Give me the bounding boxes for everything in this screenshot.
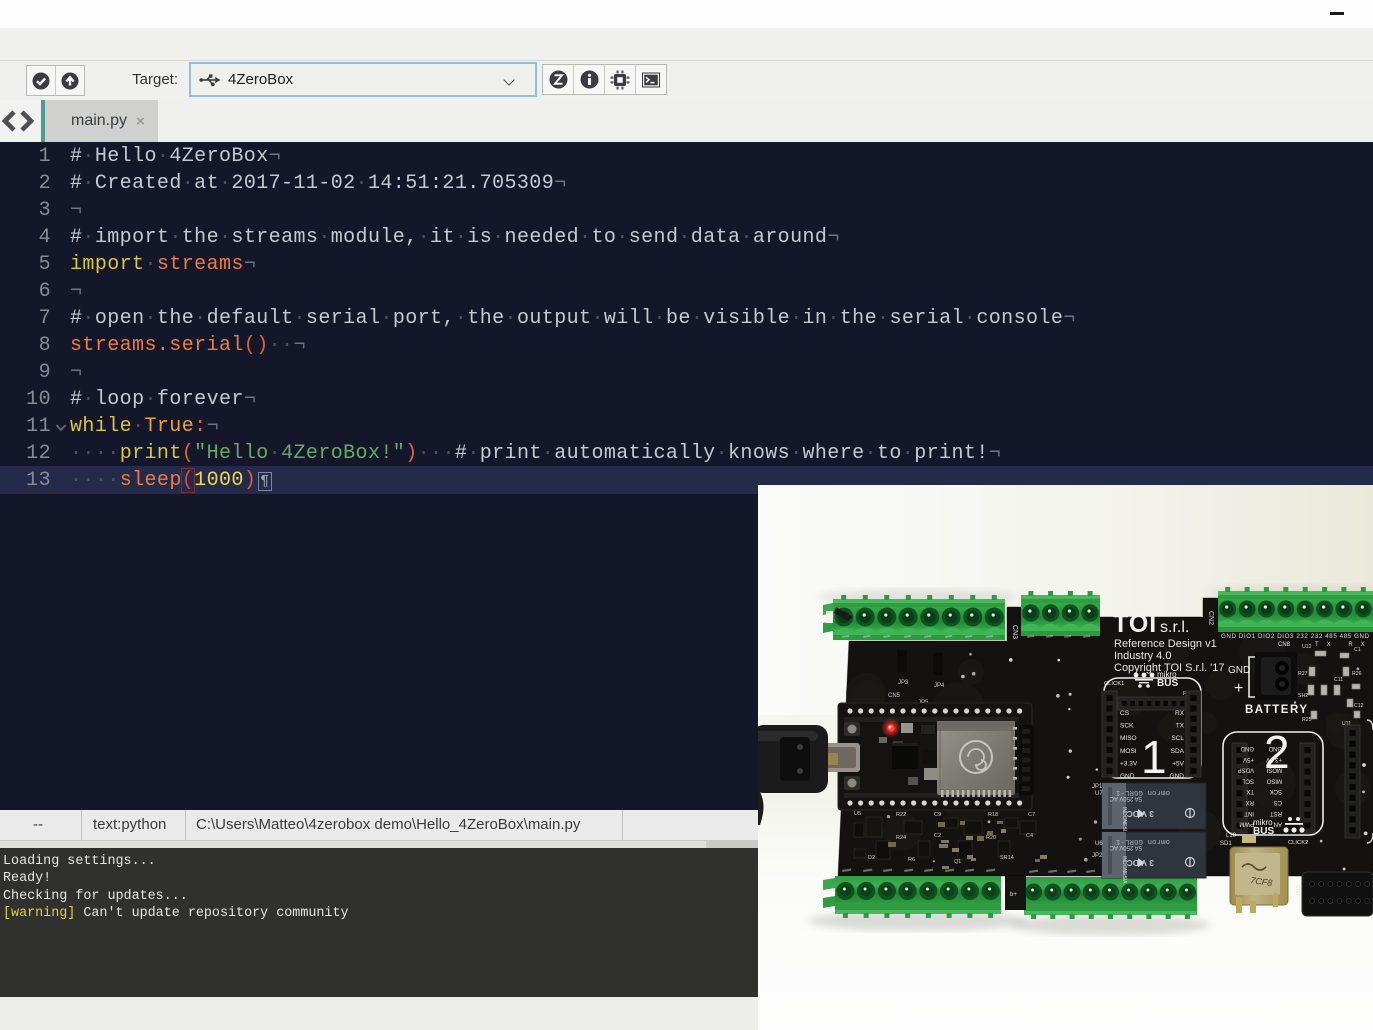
svg-text:JP2: JP2 xyxy=(1092,853,1103,859)
svg-text:TX RX: TX RX xyxy=(1315,642,1373,648)
svg-text:5A 250V AC: 5A 250V AC xyxy=(1109,795,1142,801)
svg-text:SR14: SR14 xyxy=(1000,855,1014,861)
svg-text:+3.3V: +3.3V xyxy=(1120,760,1138,767)
svg-text:CN8: CN8 xyxy=(1278,642,1291,648)
svg-text:C1: C1 xyxy=(1354,647,1361,653)
svg-text:Industry 4.0: Industry 4.0 xyxy=(1114,650,1171,662)
svg-text:CLICK1: CLICK1 xyxy=(1104,681,1124,687)
svg-text:R24: R24 xyxy=(896,835,906,841)
svg-text:SD1: SD1 xyxy=(1220,841,1232,847)
svg-text:+3.3V: +3.3V xyxy=(1266,756,1282,762)
svg-text:+5V: +5V xyxy=(1243,756,1254,762)
svg-text:CN3: CN3 xyxy=(1011,625,1018,639)
svg-text:omron G6RL-1: omron G6RL-1 xyxy=(1115,788,1170,796)
svg-text:Reference Design v1: Reference Design v1 xyxy=(1114,638,1217,650)
svg-text:INDONESIA: INDONESIA xyxy=(1121,807,1127,835)
svg-text:RST: RST xyxy=(1270,810,1282,816)
svg-text:U7: U7 xyxy=(1095,791,1103,797)
svg-text:RX: RX xyxy=(1246,799,1254,805)
svg-text:CS: CS xyxy=(1274,799,1282,805)
svg-text:C11: C11 xyxy=(1334,677,1343,683)
svg-text:omron G6RL-1: omron G6RL-1 xyxy=(1115,837,1170,845)
svg-text:JP3: JP3 xyxy=(898,680,909,686)
svg-text:JP1: JP1 xyxy=(1092,784,1103,790)
svg-text:1: 1 xyxy=(1141,731,1167,783)
svg-text:+5V: +5V xyxy=(1172,760,1184,767)
svg-text:GND: GND xyxy=(1228,665,1250,676)
svg-text:R20: R20 xyxy=(986,835,996,841)
svg-text:GND: GND xyxy=(1120,773,1135,780)
svg-text:Q1: Q1 xyxy=(954,859,961,865)
svg-text:R22: R22 xyxy=(896,812,906,818)
svg-text:TX: TX xyxy=(1176,723,1185,730)
svg-text:MISO: MISO xyxy=(1120,735,1137,742)
svg-text:BATTERY: BATTERY xyxy=(1245,704,1309,716)
svg-text:C9: C9 xyxy=(934,812,941,818)
svg-text:BUS: BUS xyxy=(1157,678,1178,689)
svg-text:R6: R6 xyxy=(908,857,915,863)
svg-text:+: + xyxy=(1234,680,1243,697)
svg-text:INDONESIA: INDONESIA xyxy=(1121,856,1127,884)
svg-text:SDA: SDA xyxy=(1171,748,1185,755)
svg-text:SCK: SCK xyxy=(1120,723,1134,730)
svg-text:C12: C12 xyxy=(1354,703,1364,709)
svg-text:U5: U5 xyxy=(854,811,861,817)
svg-text:R26: R26 xyxy=(1352,671,1362,677)
svg-text:TOI: TOI xyxy=(1113,610,1157,638)
svg-text:C4: C4 xyxy=(1026,833,1033,839)
svg-text:D2: D2 xyxy=(868,855,875,861)
svg-text:BUS: BUS xyxy=(1253,826,1274,837)
svg-text:R25: R25 xyxy=(1302,717,1312,723)
svg-text:MOSI: MOSI xyxy=(1120,748,1137,755)
svg-text:GND: GND xyxy=(1170,773,1185,780)
svg-text:TX: TX xyxy=(1246,788,1254,794)
svg-text:CN2: CN2 xyxy=(1207,611,1214,625)
svg-text:U6: U6 xyxy=(1095,841,1103,847)
svg-text:JP4: JP4 xyxy=(934,683,945,689)
svg-text:PWM: PWM xyxy=(1239,821,1254,827)
svg-text:GND DIO1 DIO2 DIO3 232 232 4: GND DIO1 DIO2 DIO3 232 232 485 485 GND xyxy=(1221,633,1370,640)
svg-text:SH2: SH2 xyxy=(1298,693,1308,699)
svg-text:5A 250V AC: 5A 250V AC xyxy=(1109,844,1142,850)
svg-text:MOSI: MOSI xyxy=(1266,767,1282,773)
svg-text:L10: L10 xyxy=(1226,833,1237,839)
svg-text:CS: CS xyxy=(1120,710,1130,717)
svg-text:C7: C7 xyxy=(1028,812,1035,818)
svg-text:SCL: SCL xyxy=(1171,735,1184,742)
svg-text:VDSP: VDSP xyxy=(1238,767,1254,773)
svg-text:INT: INT xyxy=(1244,810,1254,816)
svg-text:CLICK2: CLICK2 xyxy=(1288,840,1308,846)
svg-text:AN: AN xyxy=(1274,821,1282,827)
svg-text:R18: R18 xyxy=(988,812,998,818)
svg-text:GND: GND xyxy=(1240,745,1254,751)
svg-text:MISO: MISO xyxy=(1266,777,1282,783)
svg-text:CN7: CN7 xyxy=(1294,885,1300,896)
svg-text:s.r.l.: s.r.l. xyxy=(1160,619,1189,636)
svg-text:C2: C2 xyxy=(934,833,941,839)
svg-text:R27: R27 xyxy=(1298,671,1308,677)
svg-text:U12: U12 xyxy=(1302,644,1312,650)
svg-text:SCK: SCK xyxy=(1270,788,1282,794)
svg-text:b+: b+ xyxy=(1010,892,1017,898)
svg-text:GND: GND xyxy=(1268,745,1282,751)
svg-text:CN5: CN5 xyxy=(888,693,901,699)
svg-text:SCL: SCL xyxy=(1242,777,1254,783)
svg-text:RX: RX xyxy=(1175,710,1185,717)
